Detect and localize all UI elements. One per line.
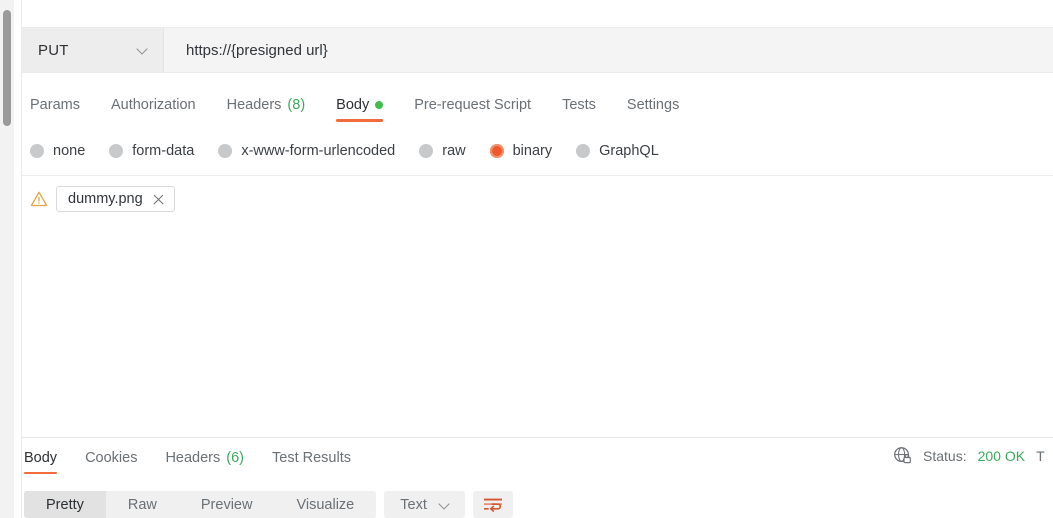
body-type-graphql[interactable]: GraphQL	[576, 143, 659, 159]
binary-file-row: dummy.png	[30, 186, 175, 212]
word-wrap-button[interactable]	[472, 491, 513, 518]
view-mode-visualize[interactable]: Visualize	[274, 491, 376, 518]
http-method-label: PUT	[38, 41, 69, 59]
tab-label: Headers	[165, 450, 221, 466]
response-tabs: Body Cookies Headers (6) Test Results	[22, 443, 351, 475]
postman-request-response-panel: PUT https://{presigned url} Params Autho…	[0, 0, 1053, 518]
tab-label: Cookies	[85, 450, 138, 466]
tab-label: Pre-request Script	[414, 96, 532, 113]
body-type-form-data[interactable]: form-data	[109, 143, 194, 159]
chevron-down-icon	[439, 499, 451, 511]
response-view-mode-group: Pretty Raw Preview Visualize	[24, 491, 377, 518]
tab-label: Params	[30, 96, 80, 113]
body-type-x-www-form-urlencoded[interactable]: x-www-form-urlencoded	[218, 143, 395, 159]
tab-settings[interactable]: Settings	[627, 97, 679, 122]
view-mode-label: Preview	[200, 496, 253, 513]
radio-icon	[30, 144, 44, 158]
tab-pre-request-script[interactable]: Pre-request Script	[414, 97, 531, 122]
body-type-none[interactable]: none	[30, 143, 85, 159]
tab-authorization[interactable]: Authorization	[111, 97, 196, 122]
request-url-input[interactable]: https://{presigned url}	[164, 28, 1053, 72]
view-mode-raw[interactable]: Raw	[106, 491, 179, 518]
tab-count: (6)	[226, 450, 244, 466]
response-status-area: Status: 200 OK T	[893, 446, 1053, 465]
body-modified-dot-icon	[375, 100, 384, 109]
view-mode-label: Pretty	[46, 496, 84, 513]
radio-label: GraphQL	[599, 143, 659, 159]
body-type-radio-group: none form-data x-www-form-urlencoded raw…	[22, 133, 1053, 169]
tab-params[interactable]: Params	[30, 97, 80, 122]
word-wrap-icon	[483, 498, 502, 512]
close-icon[interactable]	[152, 193, 165, 206]
view-mode-pretty[interactable]: Pretty	[24, 491, 106, 518]
view-mode-label: Visualize	[296, 496, 355, 513]
status-code: 200 OK	[977, 447, 1026, 464]
warning-triangle-icon	[30, 191, 48, 207]
body-type-binary[interactable]: binary	[489, 143, 553, 159]
body-type-raw[interactable]: raw	[419, 143, 466, 159]
body-section-divider	[22, 175, 1053, 176]
binary-file-name: dummy.png	[68, 191, 143, 207]
radio-label: binary	[512, 143, 553, 159]
tab-label: Body	[336, 96, 370, 113]
tab-count: (8)	[287, 96, 306, 113]
request-tabs: Params Authorization Headers (8) Body Pr…	[22, 86, 1053, 123]
http-method-dropdown[interactable]: PUT	[22, 28, 164, 72]
vertical-scrollbar[interactable]	[0, 0, 14, 518]
view-mode-preview[interactable]: Preview	[179, 491, 275, 518]
request-url-bar: PUT https://{presigned url}	[22, 27, 1053, 73]
tab-label: Authorization	[110, 96, 196, 113]
panel-content: PUT https://{presigned url} Params Autho…	[22, 0, 1053, 518]
tab-label: Settings	[626, 96, 680, 113]
view-mode-label: Raw	[127, 496, 157, 513]
response-tab-headers[interactable]: Headers (6)	[165, 450, 244, 474]
binary-file-chip[interactable]: dummy.png	[56, 186, 175, 212]
chevron-down-icon	[137, 44, 149, 56]
response-tab-cookies[interactable]: Cookies	[85, 450, 137, 474]
radio-icon	[109, 144, 124, 158]
radio-label: x-www-form-urlencoded	[241, 143, 396, 159]
tab-label: Headers	[226, 96, 282, 113]
response-format-dropdown[interactable]: Text	[384, 491, 465, 518]
tab-headers[interactable]: Headers (8)	[227, 97, 306, 122]
response-viewer-toolbar: Pretty Raw Preview Visualize Text	[22, 491, 1053, 518]
response-format-value: Text	[400, 496, 427, 513]
tab-body[interactable]: Body	[336, 96, 384, 122]
radio-icon	[576, 144, 591, 158]
response-tab-body[interactable]: Body	[24, 450, 58, 474]
globe-lock-icon[interactable]	[893, 446, 912, 465]
response-section-divider	[22, 437, 1053, 438]
status-label: Status:	[923, 447, 967, 464]
radio-label: form-data	[132, 143, 195, 159]
tab-label: Tests	[562, 96, 596, 113]
radio-label: none	[53, 143, 86, 159]
tab-label: Test Results	[272, 450, 351, 466]
tab-label: Body	[24, 450, 58, 466]
scrollbar-thumb[interactable]	[3, 10, 11, 126]
tab-tests[interactable]: Tests	[562, 97, 596, 122]
response-time-label: T	[1036, 447, 1045, 464]
radio-label: raw	[442, 143, 466, 159]
radio-icon	[218, 144, 233, 158]
radio-icon-selected	[489, 144, 504, 158]
radio-icon	[419, 144, 434, 158]
response-tab-test-results[interactable]: Test Results	[272, 450, 351, 474]
